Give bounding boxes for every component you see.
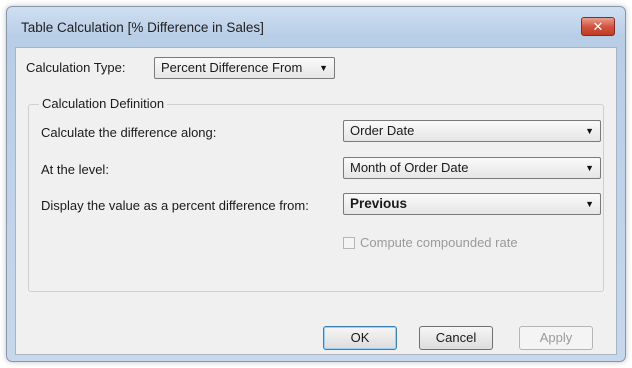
level-value: Month of Order Date — [350, 160, 469, 175]
compound-rate-checkbox — [343, 237, 355, 249]
dialog-body: Calculation Type: Percent Difference Fro… — [15, 47, 617, 355]
chevron-down-icon: ▼ — [319, 63, 328, 73]
chevron-down-icon: ▼ — [585, 126, 594, 136]
cancel-button[interactable]: Cancel — [419, 326, 493, 350]
from-label: Display the value as a percent differenc… — [41, 198, 309, 213]
calc-type-value: Percent Difference From — [161, 60, 303, 75]
dialog-title: Table Calculation [% Difference in Sales… — [21, 20, 264, 35]
close-button[interactable]: ✕ — [581, 17, 615, 36]
table-calculation-dialog: Table Calculation [% Difference in Sales… — [6, 6, 626, 362]
compound-rate-option: Compute compounded rate — [343, 235, 518, 250]
calculation-definition-group: Calculation Definition Calculate the dif… — [28, 96, 604, 292]
from-select[interactable]: Previous ▼ — [343, 193, 601, 215]
ok-button[interactable]: OK — [323, 326, 397, 350]
along-select[interactable]: Order Date ▼ — [343, 120, 601, 142]
from-value: Previous — [350, 196, 408, 211]
title-bar: Table Calculation [% Difference in Sales… — [7, 7, 625, 45]
apply-button: Apply — [519, 326, 593, 350]
along-label: Calculate the difference along: — [41, 125, 217, 140]
level-select[interactable]: Month of Order Date ▼ — [343, 157, 601, 179]
close-icon: ✕ — [592, 19, 604, 34]
calc-type-select[interactable]: Percent Difference From ▼ — [154, 57, 335, 79]
calculation-definition-legend: Calculation Definition — [39, 96, 168, 111]
level-label: At the level: — [41, 162, 109, 177]
along-value: Order Date — [350, 123, 415, 138]
compound-rate-label: Compute compounded rate — [360, 235, 518, 250]
calc-type-label: Calculation Type: — [26, 60, 126, 75]
chevron-down-icon: ▼ — [585, 199, 594, 209]
chevron-down-icon: ▼ — [585, 163, 594, 173]
